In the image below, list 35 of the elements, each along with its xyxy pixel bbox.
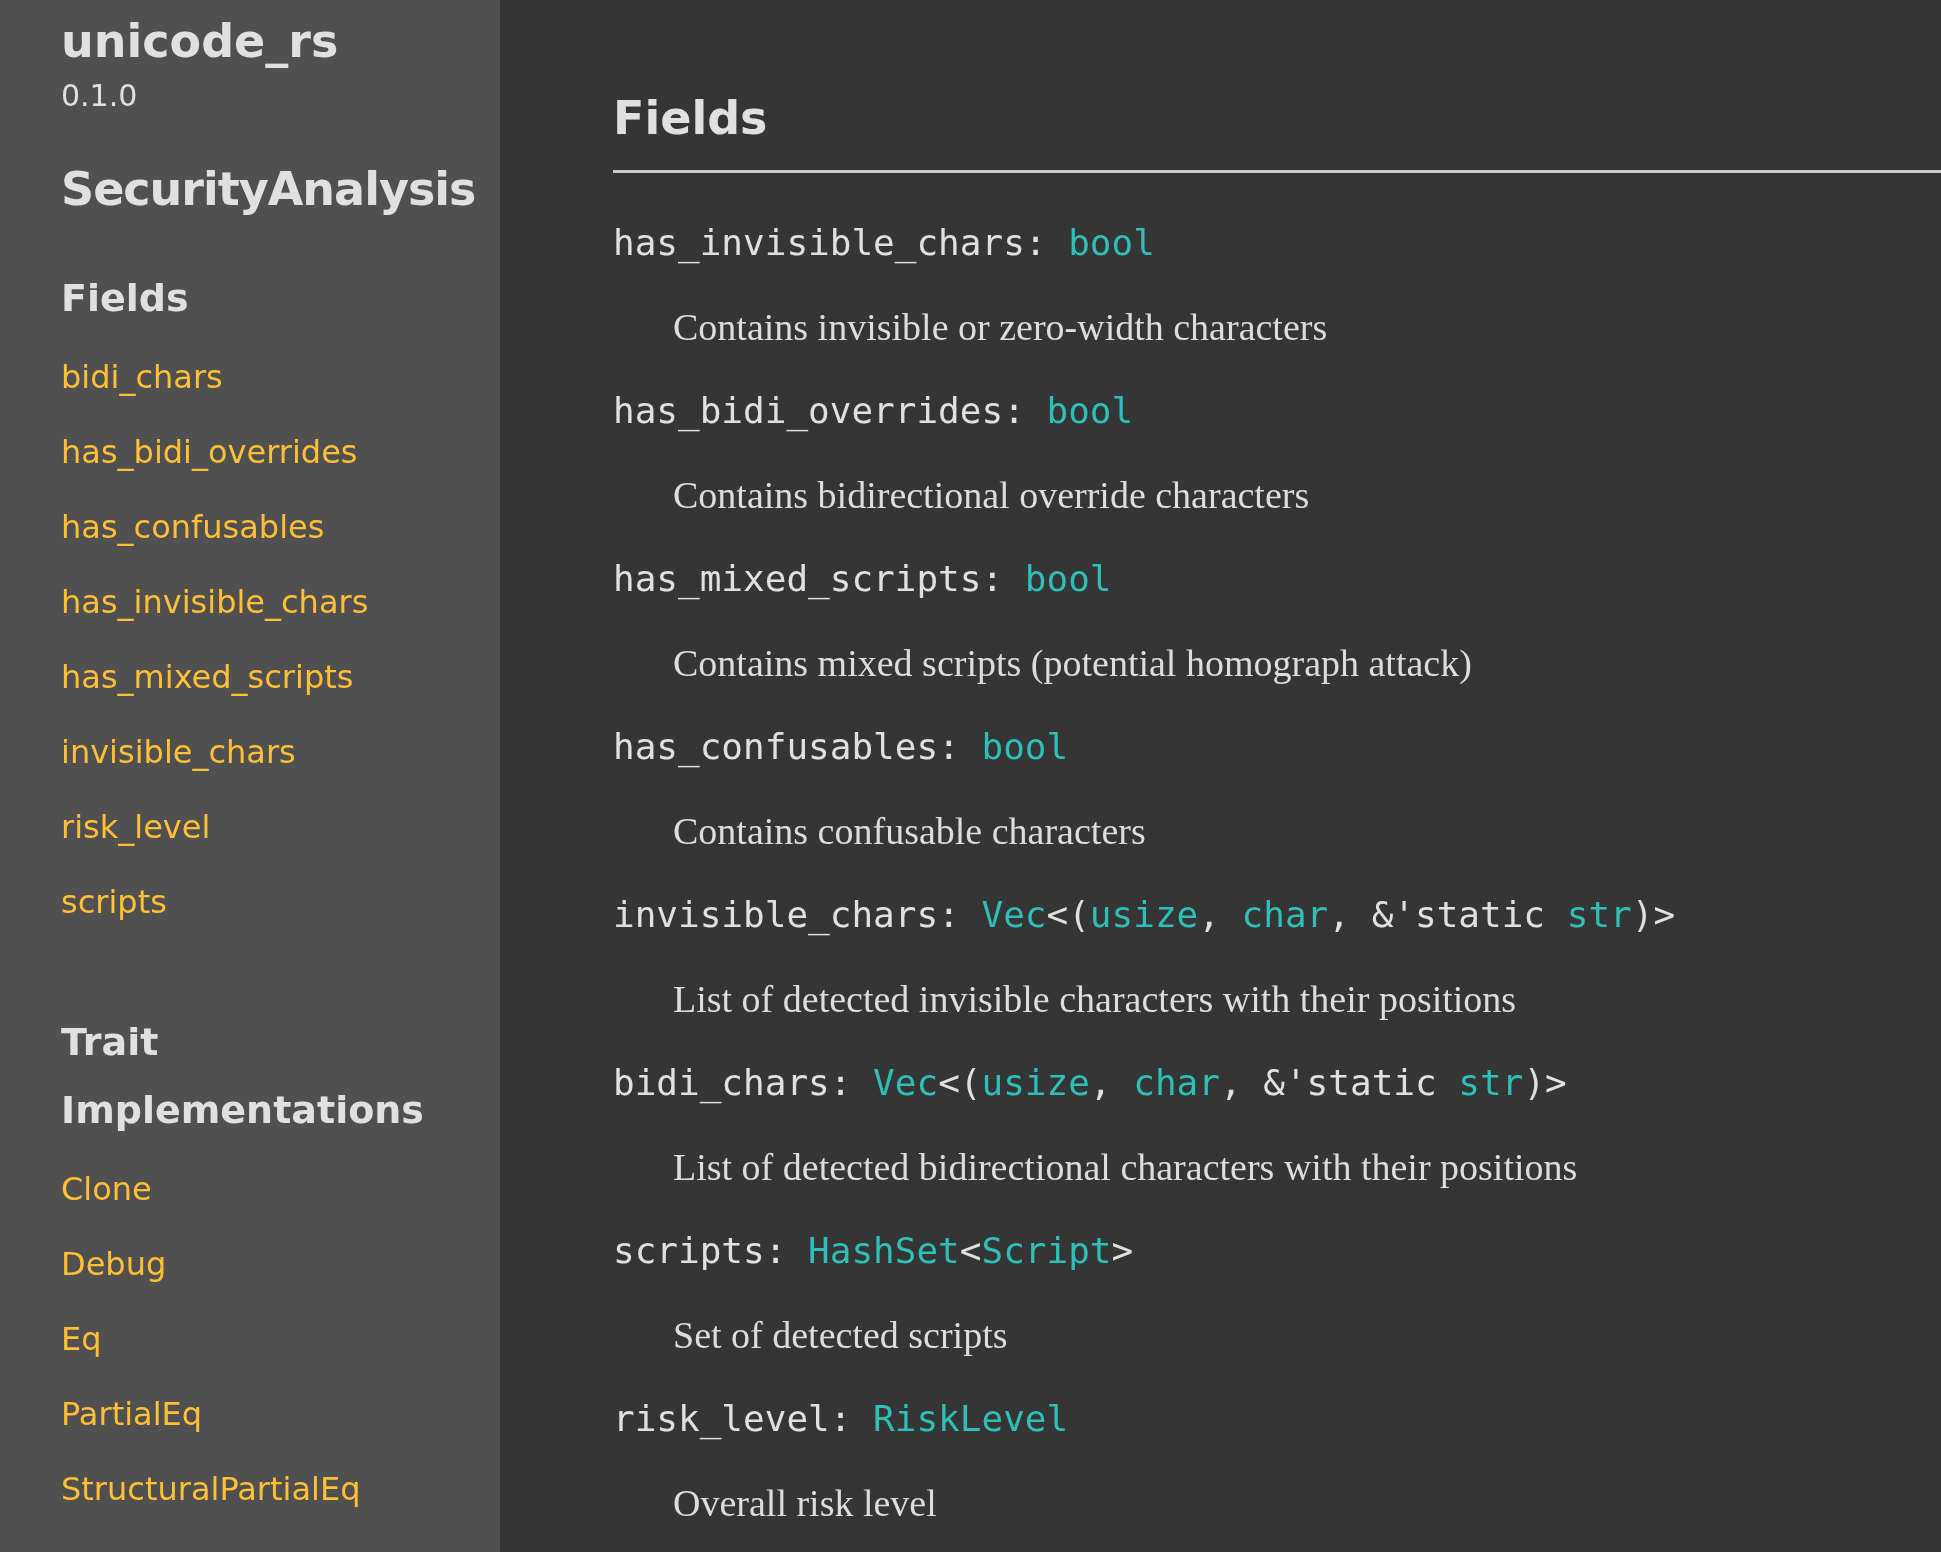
field-signature: has_invisible_chars: bool [613,221,1155,266]
sidebar-link[interactable]: has_bidi_overrides [61,415,358,490]
field-description: List of detected bidirectional characters with their positions [673,1145,1578,1190]
sidebar-link[interactable]: scripts [61,865,167,940]
field-description: Contains confusable characters [673,809,1146,854]
sidebar-link[interactable]: risk_level [61,790,211,865]
sidebar-link[interactable]: Debug [61,1227,167,1302]
field-description: Contains bidirectional override characters [673,473,1310,518]
sidebar-link[interactable]: invisible_chars [61,715,296,790]
sidebar-link[interactable]: has_mixed_scripts [61,640,354,715]
field-signature: risk_level: RiskLevel [613,1397,1069,1442]
section-heading: Trait Implementations [61,1019,425,1134]
crate-version: 0.1.0 [61,77,139,115]
field-description: Contains invisible or zero-width characters [673,305,1328,350]
section-heading: Fields [61,275,190,322]
sidebar-link[interactable]: has_confusables [61,490,325,565]
field-description: Set of detected scripts [673,1313,1008,1358]
sidebar-link[interactable]: StructuralPartialEq [61,1452,361,1527]
field-signature: has_bidi_overrides: bool [613,389,1134,434]
crate-name: unicode_rs [61,13,340,70]
field-signature: invisible_chars: Vec<(usize, char, &'static str)> [613,893,1676,938]
sidebar-link[interactable]: Eq [61,1302,102,1377]
field-description: List of detected invisible characters with their positions [673,977,1517,1022]
field-signature: has_mixed_scripts: bool [613,557,1112,602]
field-description: Contains mixed scripts (potential homograph attack) [673,641,1472,686]
field-signature: bidi_chars: Vec<(usize, char, &'static str)> [613,1061,1567,1106]
field-signature: scripts: HashSet<Script> [613,1229,1134,1273]
sidebar-link[interactable]: Clone [61,1152,152,1227]
field-description: Overall risk level [673,1481,937,1526]
item-title: SecurityAnalysis [61,161,477,218]
sidebar-link[interactable]: PartialEq [61,1377,203,1452]
field-signature: has_confusables: bool [613,725,1069,770]
sidebar-link[interactable]: bidi_chars [61,340,223,415]
sidebar-link[interactable]: has_invisible_chars [61,565,369,640]
section-heading: Fields [613,82,1941,173]
